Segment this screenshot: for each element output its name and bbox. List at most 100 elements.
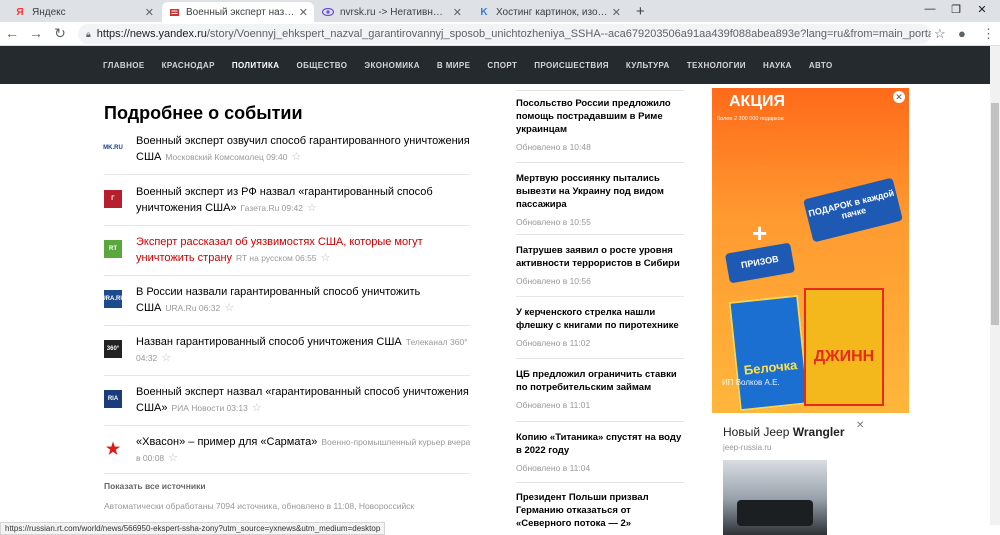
- story-item[interactable]: RIA Военный эксперт назвал «гарантированн…: [104, 384, 470, 426]
- nav-item[interactable]: КРАСНОДАР: [162, 61, 215, 70]
- plus-icon: +: [752, 218, 768, 248]
- side-news-headline[interactable]: У керченского стрелка нашли флешку с кни…: [516, 306, 684, 332]
- side-news-item[interactable]: Посольство России предложило помощь пост…: [516, 97, 684, 163]
- yandex-favicon-icon: Я: [16, 6, 24, 18]
- side-news-headline[interactable]: Посольство России предложило помощь пост…: [516, 97, 684, 136]
- bookmark-star-icon[interactable]: ☆: [934, 26, 946, 42]
- maximize-icon[interactable]: ❐: [946, 3, 966, 16]
- side-news-updated: Обновлено в 11:01: [516, 400, 591, 410]
- profile-icon[interactable]: ●: [958, 26, 966, 41]
- nav-item[interactable]: В МИРЕ: [437, 61, 471, 70]
- tab-nvrsk[interactable]: nvrsk.ru -> Негативные новости ✕: [316, 2, 468, 22]
- tab-title: Военный эксперт назвал «гарантированный …: [186, 6, 295, 18]
- divider: [516, 90, 684, 91]
- ad-title: АКЦИЯ: [729, 93, 786, 110]
- story-item[interactable]: MK.RU Военный эксперт озвучил способ гара…: [103, 133, 470, 175]
- side-news-item[interactable]: Президент Польши призвал Германию отказа…: [516, 491, 684, 531]
- ad-gift-label: ПОДАРОК в каждой пачке: [803, 177, 903, 243]
- favorite-star-icon[interactable]: ☆: [321, 252, 331, 264]
- nav-item[interactable]: ГЛАВНОЕ: [103, 61, 145, 70]
- source-logo-icon: MK.RU: [103, 139, 123, 157]
- tab-close-icon[interactable]: ✕: [145, 6, 154, 19]
- url-domain: https://news.yandex.ru: [96, 28, 207, 40]
- source-logo-icon: RIA: [104, 390, 122, 408]
- favorite-star-icon[interactable]: ☆: [307, 202, 317, 214]
- story-item[interactable]: Г Военный эксперт из РФ назвал «гарантиро…: [104, 184, 470, 226]
- favorite-star-icon[interactable]: ☆: [291, 151, 301, 163]
- favorite-star-icon[interactable]: ☆: [168, 452, 178, 464]
- jeep-ad-domain: jeep-russia.ru: [723, 443, 772, 452]
- nav-item[interactable]: АВТО: [809, 61, 833, 70]
- side-news-headline[interactable]: Мертвую россиянку пытались вывезти на Ук…: [516, 172, 684, 211]
- ad-close-icon[interactable]: ✕: [856, 420, 864, 431]
- menu-icon[interactable]: ⋮: [982, 26, 995, 42]
- nav-item[interactable]: КУЛЬТУРА: [626, 61, 670, 70]
- ad-close-icon[interactable]: ✕: [893, 91, 905, 103]
- tab-close-icon[interactable]: ✕: [299, 6, 308, 19]
- source-logo-icon: Г: [104, 190, 122, 208]
- side-news-item[interactable]: Мертвую россиянку пытались вывезти на Ук…: [516, 172, 684, 235]
- story-headline[interactable]: Назван гарантированный способ уничтожени…: [136, 336, 402, 348]
- side-news-headline[interactable]: Патрушев заявил о росте уровня активност…: [516, 244, 684, 270]
- tab-close-icon[interactable]: ✕: [453, 6, 462, 19]
- story-item[interactable]: 360° Назван гарантированный способ уничто…: [104, 334, 470, 376]
- close-window-icon[interactable]: ✕: [972, 3, 992, 16]
- nav-item[interactable]: ТЕХНОЛОГИИ: [687, 61, 746, 70]
- show-all-sources-link[interactable]: Показать все источники: [104, 481, 206, 491]
- side-news-item[interactable]: Копию «Титаника» спустят на воду в 2022 …: [516, 431, 684, 483]
- story-headline[interactable]: «Хвасон» – пример для «Сармата»: [136, 436, 317, 448]
- story-item[interactable]: RT Эксперт рассказал об уязвимостях США, …: [104, 234, 470, 276]
- story-item[interactable]: ★ «Хвасон» – пример для «Сармата» Военно-п…: [104, 434, 470, 474]
- address-bar[interactable]: 🔒︎ https://news.yandex.ru/story/Voennyj_…: [78, 24, 931, 44]
- favorite-star-icon[interactable]: ☆: [252, 402, 262, 414]
- side-news-updated: Обновлено в 10:55: [516, 217, 591, 227]
- tab-title: nvrsk.ru -> Негативные новости: [340, 6, 449, 18]
- tab-news-story[interactable]: Военный эксперт назвал «гарантированный …: [162, 2, 314, 22]
- side-news-item[interactable]: У керченского стрелка нашли флешку с кни…: [516, 306, 684, 359]
- forward-icon[interactable]: →: [28, 25, 44, 41]
- tab-yandex[interactable]: Я Яндекс ✕: [8, 2, 160, 22]
- minimize-icon[interactable]: —: [920, 3, 940, 15]
- ad-prizes-label: ПРИЗОВ: [724, 242, 796, 284]
- nav-item[interactable]: ПОЛИТИКА: [232, 61, 280, 70]
- tab-image-hosting[interactable]: K Хостинг картинок, изображений ✕: [472, 2, 627, 22]
- story-text: Военный эксперт озвучил способ гарантиро…: [136, 133, 476, 165]
- side-news-headline[interactable]: Копию «Титаника» спустят на воду в 2022 …: [516, 431, 684, 457]
- story-text: В России назвали гарантированный способ …: [136, 284, 476, 316]
- status-bar-url: https://russian.rt.com/world/news/566950…: [0, 522, 386, 535]
- favorite-star-icon[interactable]: ☆: [224, 302, 234, 314]
- side-news-updated: Обновлено в 11:02: [516, 338, 591, 348]
- story-source[interactable]: Газета.Ru 09:42: [241, 203, 303, 213]
- nav-item[interactable]: ЭКОНОМИКА: [364, 61, 419, 70]
- side-news-item[interactable]: Патрушев заявил о росте уровня активност…: [516, 244, 684, 297]
- nav-item[interactable]: НАУКА: [763, 61, 792, 70]
- site-nav: ГЛАВНОЕ КРАСНОДАР ПОЛИТИКА ОБЩЕСТВО ЭКОНОМИК…: [0, 46, 990, 84]
- favorite-star-icon[interactable]: ☆: [161, 352, 171, 364]
- jeep-ad[interactable]: Новый Jeep Wrangler jeep-russia.ru ✕: [712, 416, 872, 535]
- nav-item[interactable]: СПОРТ: [487, 61, 517, 70]
- story-source[interactable]: RT на русском 06:55: [236, 253, 316, 263]
- browser-toolbar: ← → ↻ 🔒︎ https://news.yandex.ru/story/Vo…: [0, 22, 1000, 46]
- ad-product-pack-1: Белочка: [728, 294, 810, 412]
- story-source[interactable]: РИА Новости 03:13: [171, 403, 247, 413]
- side-news-updated: Обновлено в 11:04: [516, 463, 591, 473]
- side-news-updated: Обновлено в 10:48: [516, 142, 591, 152]
- side-news-item[interactable]: ЦБ предложил ограничить ставки по потреб…: [516, 368, 684, 422]
- scrollbar-thumb[interactable]: [991, 103, 999, 325]
- reload-icon[interactable]: ↻: [52, 25, 68, 42]
- story-text: Назван гарантированный способ уничтожени…: [136, 334, 476, 366]
- ad-vendor: ИП Волков А.Е.: [722, 378, 780, 387]
- story-text: Военный эксперт из РФ назвал «гарантиров…: [136, 184, 476, 216]
- back-icon[interactable]: ←: [4, 25, 20, 41]
- side-news-headline[interactable]: Президент Польши призвал Германию отказа…: [516, 491, 684, 530]
- nav-item[interactable]: ОБЩЕСТВО: [296, 61, 347, 70]
- story-source[interactable]: Московский Комсомолец 09:40: [165, 152, 287, 162]
- story-source[interactable]: URA.Ru 06:32: [165, 303, 220, 313]
- nav-item[interactable]: ПРОИСШЕСТВИЯ: [534, 61, 609, 70]
- side-news-headline[interactable]: ЦБ предложил ограничить ставки по потреб…: [516, 368, 684, 394]
- jeep-ad-title: Новый Jeep Wrangler: [723, 425, 845, 439]
- story-item[interactable]: URA.RU В России назвали гарантированный с…: [101, 284, 470, 326]
- new-tab-button[interactable]: +: [636, 3, 645, 20]
- tab-close-icon[interactable]: ✕: [612, 6, 621, 19]
- promo-ad-banner[interactable]: АКЦИЯ более 2 300 000 подарков ПОДАРОК в…: [712, 88, 909, 413]
